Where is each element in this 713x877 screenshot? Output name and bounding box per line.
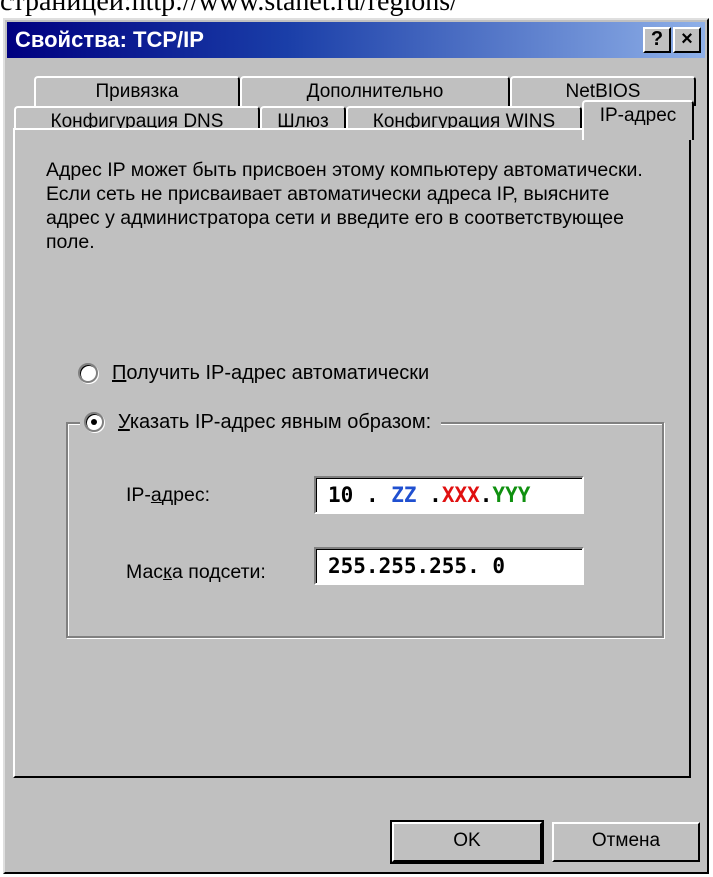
close-button[interactable]: × <box>673 27 701 53</box>
ip-address-segment: XXX <box>441 483 480 507</box>
window-title: Свойства: TCP/IP <box>15 27 204 52</box>
ip-address-segment: . <box>353 483 392 507</box>
ip-address-segment: ZZ <box>391 483 417 507</box>
radio-specify-manually[interactable]: Указать IP-адрес явным образом: <box>80 409 442 435</box>
tab-advanced[interactable]: Дополнительно <box>240 76 510 106</box>
ip-address-segment: 10 <box>328 483 354 507</box>
radio-selected-dot <box>91 419 97 425</box>
title-bar[interactable]: Свойства: TCP/IP ? × <box>7 22 705 58</box>
ip-address-segment: YYY <box>492 483 531 507</box>
radio-obtain-automatically[interactable]: Получить IP-адрес автоматически <box>78 360 440 386</box>
page-top-url-text: страницей:http://www.stanet.ru/regions/ <box>0 0 458 17</box>
ip-address-input[interactable]: 10 . ZZ .XXX.YYY <box>314 476 584 514</box>
tab-ip-address[interactable]: IP-адрес <box>582 100 694 140</box>
radio-button-manual[interactable] <box>84 412 104 432</box>
cancel-button[interactable]: Отмена <box>552 822 700 862</box>
radio-auto-label: Получить IP-адрес автоматически <box>112 361 430 384</box>
ip-address-segment: . <box>479 483 493 507</box>
ip-address-segment: . <box>416 483 442 507</box>
help-button[interactable]: ? <box>643 27 671 53</box>
description-text: Адрес IP может быть присвоен этому компь… <box>46 159 643 253</box>
manual-ip-groupbox <box>66 422 664 638</box>
subnet-mask-label: Маска подсети: <box>126 561 266 583</box>
subnet-mask-input[interactable]: 255.255.255. 0 <box>314 547 584 585</box>
radio-button-auto[interactable] <box>78 363 98 383</box>
radio-manual-label: Указать IP-адрес явным образом: <box>118 410 432 433</box>
ip-address-label: IP-адрес: <box>126 484 211 506</box>
ok-button[interactable]: OK <box>390 820 544 864</box>
tab-binding[interactable]: Привязка <box>34 76 240 106</box>
